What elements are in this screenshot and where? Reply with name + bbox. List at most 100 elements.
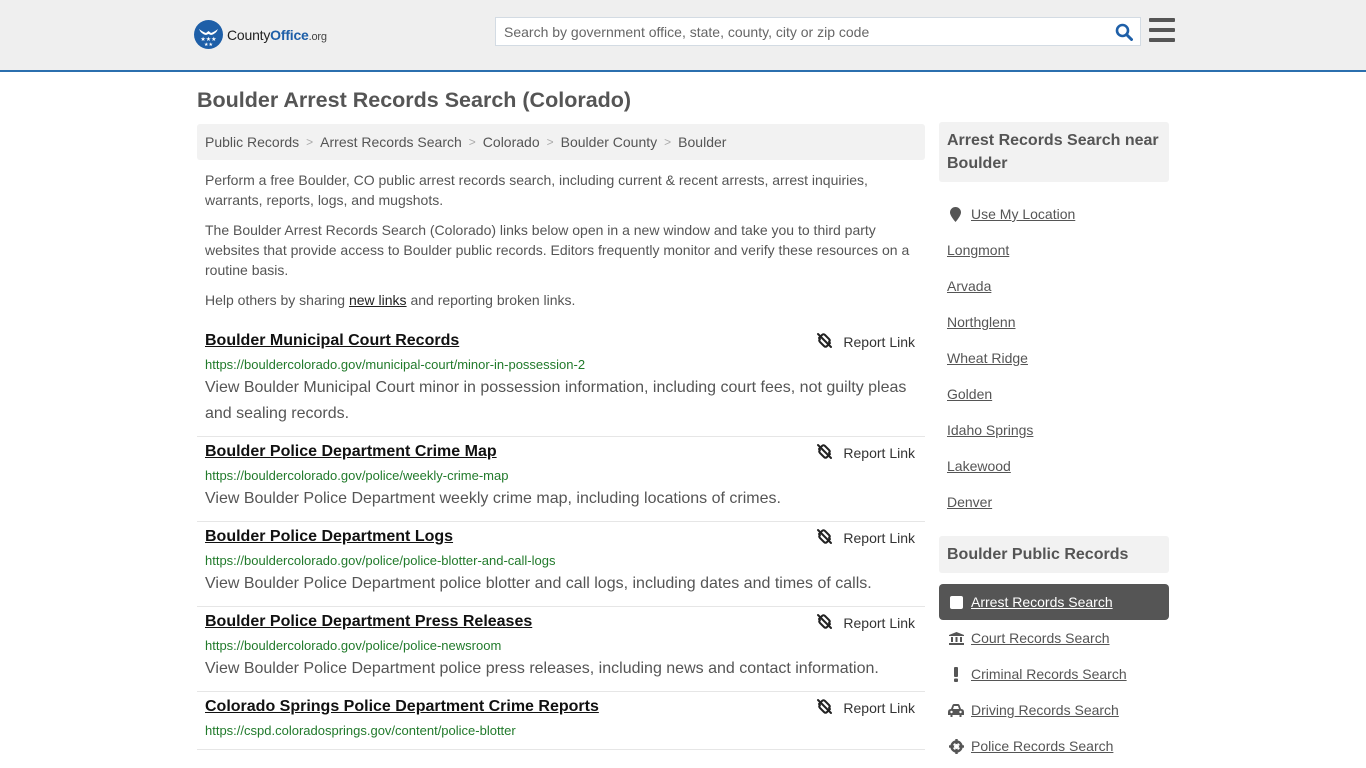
nearby-heading: Arrest Records Search near Boulder <box>939 122 1169 182</box>
result-item: Colorado Springs Police Department Crime… <box>197 692 925 750</box>
use-my-location-link[interactable]: Use My Location <box>971 206 1075 222</box>
menu-bar <box>1149 18 1175 22</box>
result-item: Boulder Police Department Press Releases… <box>197 607 925 692</box>
breadcrumb-colorado[interactable]: Colorado <box>483 134 540 150</box>
car-icon <box>948 703 964 717</box>
public-records-link[interactable]: Driving Records Search <box>971 702 1119 718</box>
public-records-heading: Boulder Public Records <box>939 536 1169 573</box>
svg-text:★★: ★★ <box>204 42 213 48</box>
report-link-button[interactable]: Report Link <box>816 528 915 548</box>
breadcrumb-public-records[interactable]: Public Records <box>205 134 299 150</box>
hamburger-menu-icon[interactable] <box>1149 18 1175 42</box>
logo-wordmark: CountyOffice.org <box>227 27 327 43</box>
logo-office: Office <box>270 26 309 43</box>
exclamation-icon <box>948 666 964 682</box>
breadcrumb-separator: > <box>468 135 476 149</box>
search-icon <box>1115 23 1133 41</box>
intro-p3-text: Help others by sharing <box>205 292 349 308</box>
intro-p3-text-after: and reporting broken links. <box>406 292 576 308</box>
intro-text: Perform a free Boulder, CO public arrest… <box>205 170 917 320</box>
public-records-list: Arrest Records Search Court Records Searc… <box>939 584 1169 764</box>
report-link-label: Report Link <box>843 445 915 461</box>
nearby-city-link[interactable]: Lakewood <box>947 458 1011 474</box>
result-title-link[interactable]: Boulder Police Department Crime Map <box>205 442 497 462</box>
intro-paragraph-1: Perform a free Boulder, CO public arrest… <box>205 172 868 208</box>
breadcrumb-arrest-records-search[interactable]: Arrest Records Search <box>320 134 462 150</box>
search-input[interactable] <box>496 18 1108 45</box>
crosshair-icon <box>948 738 964 754</box>
result-title-link[interactable]: Boulder Police Department Logs <box>205 527 453 547</box>
result-url[interactable]: https://bouldercolorado.gov/police/polic… <box>205 552 917 570</box>
result-item: Boulder Police Department Crime Map Repor… <box>197 437 925 522</box>
nearby-city-link[interactable]: Longmont <box>947 242 1009 258</box>
broken-link-icon <box>816 443 843 463</box>
result-title-link[interactable]: Boulder Municipal Court Records <box>205 331 459 351</box>
nearby-city-link[interactable]: Golden <box>947 386 992 402</box>
report-link-button[interactable]: Report Link <box>816 698 915 718</box>
result-description: View Boulder Police Department police pr… <box>205 660 879 677</box>
report-link-button[interactable]: Report Link <box>816 443 915 463</box>
nearby-panel: Arrest Records Search near Boulder Use M… <box>939 122 1169 520</box>
breadcrumb-boulder-county[interactable]: Boulder County <box>561 134 658 150</box>
report-link-label: Report Link <box>843 334 915 350</box>
result-url[interactable]: https://bouldercolorado.gov/police/weekl… <box>205 467 917 485</box>
broken-link-icon <box>816 332 843 352</box>
nearby-city-link[interactable]: Wheat Ridge <box>947 350 1028 366</box>
nearby-city-link[interactable]: Northglenn <box>947 314 1016 330</box>
nearby-city-item[interactable]: Northglenn <box>939 304 1169 340</box>
logo-org: .org <box>308 30 327 43</box>
nearby-city-item[interactable]: Golden <box>939 376 1169 412</box>
logo-county: County <box>227 26 271 43</box>
result-description: View Boulder Police Department weekly cr… <box>205 490 781 507</box>
nearby-city-link[interactable]: Idaho Springs <box>947 422 1033 438</box>
public-records-item[interactable]: Police Records Search <box>939 728 1169 764</box>
nearby-city-link[interactable]: Arvada <box>947 278 991 294</box>
broken-link-icon <box>816 698 843 718</box>
public-records-panel: Boulder Public Records Arrest Records Se… <box>939 536 1169 764</box>
results-list: Boulder Municipal Court Records Report Li… <box>197 326 925 750</box>
public-records-link[interactable]: Arrest Records Search <box>971 594 1113 610</box>
use-my-location-item[interactable]: Use My Location <box>939 196 1169 232</box>
new-links-link[interactable]: new links <box>349 292 407 308</box>
nearby-city-item[interactable]: Idaho Springs <box>939 412 1169 448</box>
nearby-city-item[interactable]: Wheat Ridge <box>939 340 1169 376</box>
nearby-city-item[interactable]: Lakewood <box>939 448 1169 484</box>
result-description: View Boulder Police Department police bl… <box>205 575 872 592</box>
nearby-city-item[interactable]: Denver <box>939 484 1169 520</box>
result-description: View Boulder Municipal Court minor in po… <box>205 379 907 422</box>
site-logo[interactable]: ★★★ ★★ CountyOffice.org <box>194 20 327 49</box>
menu-bar <box>1149 38 1175 42</box>
page-title: Boulder Arrest Records Search (Colorado) <box>197 88 632 112</box>
square-icon <box>948 595 964 609</box>
nearby-city-item[interactable]: Longmont <box>939 232 1169 268</box>
search-bar <box>495 17 1141 46</box>
breadcrumb-separator: > <box>664 135 672 149</box>
result-title-link[interactable]: Boulder Police Department Press Releases <box>205 612 532 632</box>
breadcrumb-separator: > <box>306 135 314 149</box>
report-link-button[interactable]: Report Link <box>816 332 915 352</box>
menu-bar <box>1149 28 1175 32</box>
report-link-label: Report Link <box>843 700 915 716</box>
result-url[interactable]: https://cspd.coloradosprings.gov/content… <box>205 722 917 740</box>
result-title-link[interactable]: Colorado Springs Police Department Crime… <box>205 697 599 717</box>
public-records-link[interactable]: Criminal Records Search <box>971 666 1127 682</box>
breadcrumb-boulder[interactable]: Boulder <box>678 134 726 150</box>
public-records-item[interactable]: Court Records Search <box>939 620 1169 656</box>
result-item: Boulder Municipal Court Records Report Li… <box>197 326 925 437</box>
nearby-city-item[interactable]: Arvada <box>939 268 1169 304</box>
report-link-label: Report Link <box>843 615 915 631</box>
public-records-item[interactable]: Criminal Records Search <box>939 656 1169 692</box>
breadcrumb-separator: > <box>546 135 554 149</box>
intro-paragraph-2: The Boulder Arrest Records Search (Color… <box>205 222 910 278</box>
result-url[interactable]: https://bouldercolorado.gov/police/polic… <box>205 637 917 655</box>
search-button[interactable] <box>1108 18 1140 45</box>
nearby-list: Use My Location Longmont Arvada Northglenn… <box>939 196 1169 520</box>
nearby-city-link[interactable]: Denver <box>947 494 992 510</box>
public-records-item[interactable]: Arrest Records Search <box>939 584 1169 620</box>
public-records-link[interactable]: Court Records Search <box>971 630 1110 646</box>
public-records-item[interactable]: Driving Records Search <box>939 692 1169 728</box>
public-records-link[interactable]: Police Records Search <box>971 738 1113 754</box>
breadcrumb: Public Records > Arrest Records Search >… <box>197 124 925 160</box>
result-url[interactable]: https://bouldercolorado.gov/municipal-co… <box>205 356 917 374</box>
report-link-button[interactable]: Report Link <box>816 613 915 633</box>
